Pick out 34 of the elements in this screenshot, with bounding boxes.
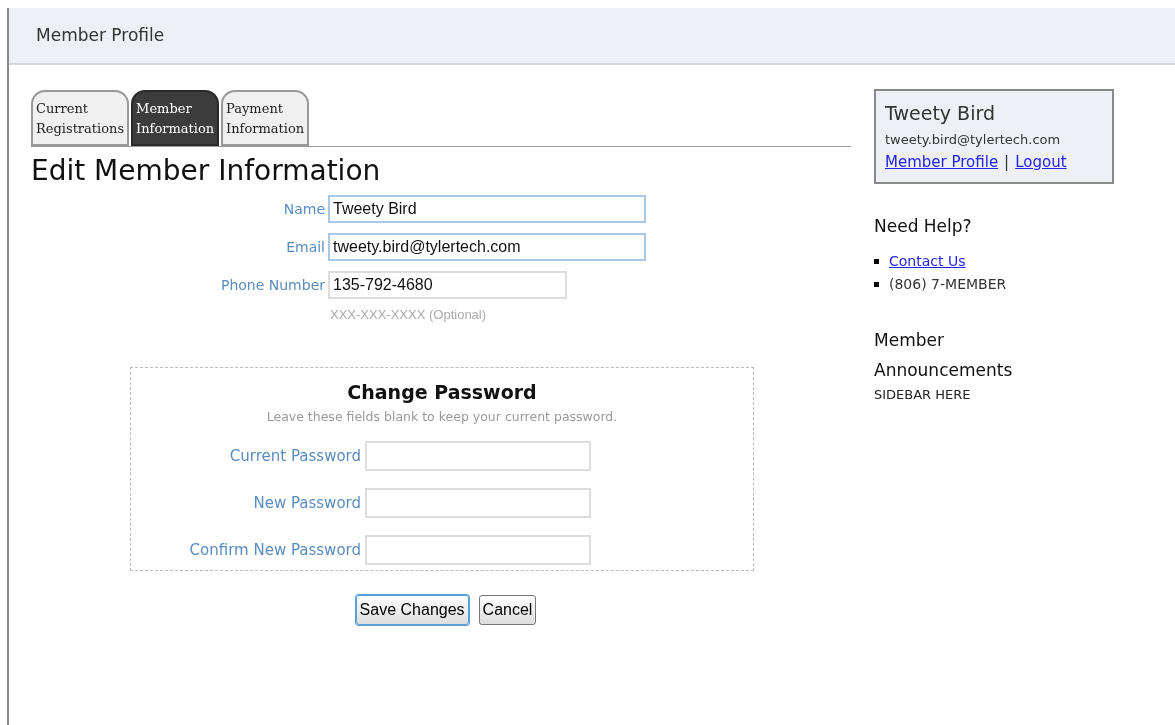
field-label: Phone Number [219,276,326,295]
announcements-heading: Member Announcements [874,329,1014,382]
section-title: Change Password [347,379,537,405]
field-label: Confirm New Password [188,539,362,561]
user-name: Tweety Bird [885,101,996,126]
field-label: Email [285,238,326,257]
section-note: Leave these fields blank to keep your current password. [266,408,618,426]
bullet-icon [874,282,879,287]
save-button[interactable]: Save Changes [355,594,469,625]
user-email: tweety.bird@tylertech.com [885,130,1062,149]
text-field[interactable]: Tweety Bird [328,195,646,223]
form-heading: Edit Member Information [31,153,382,189]
field-hint: XXX-XXX-XXXX (Optional) [330,306,488,324]
contact-link[interactable]: Contact Us [889,251,966,272]
text-field[interactable]: tweety.bird@tylertech.com [328,233,646,261]
bullet-icon [874,259,879,264]
phone-text: (806) 7-MEMBER [889,275,1007,294]
help-heading: Need Help? [874,214,973,238]
tab[interactable]: Payment Information [221,90,310,146]
field-label: Name [282,200,326,219]
password-field[interactable] [365,534,591,565]
tab[interactable]: Member Information [131,90,220,146]
text-field[interactable]: 135-792-4680 [328,271,567,299]
link-separator: | [1004,152,1010,173]
page-title: Member Profile [36,23,165,47]
password-field[interactable] [365,440,591,471]
field-label: New Password [252,492,362,514]
field-label: Current Password [228,445,362,467]
profile-link[interactable]: Member Profile [885,151,999,174]
cancel-button[interactable]: Cancel [478,594,537,625]
tab[interactable]: Current Registrations [31,90,130,146]
sidebar-placeholder-text: SIDEBAR HERE [874,386,972,404]
password-field[interactable] [365,487,591,518]
logout-link[interactable]: Logout [1015,151,1067,174]
